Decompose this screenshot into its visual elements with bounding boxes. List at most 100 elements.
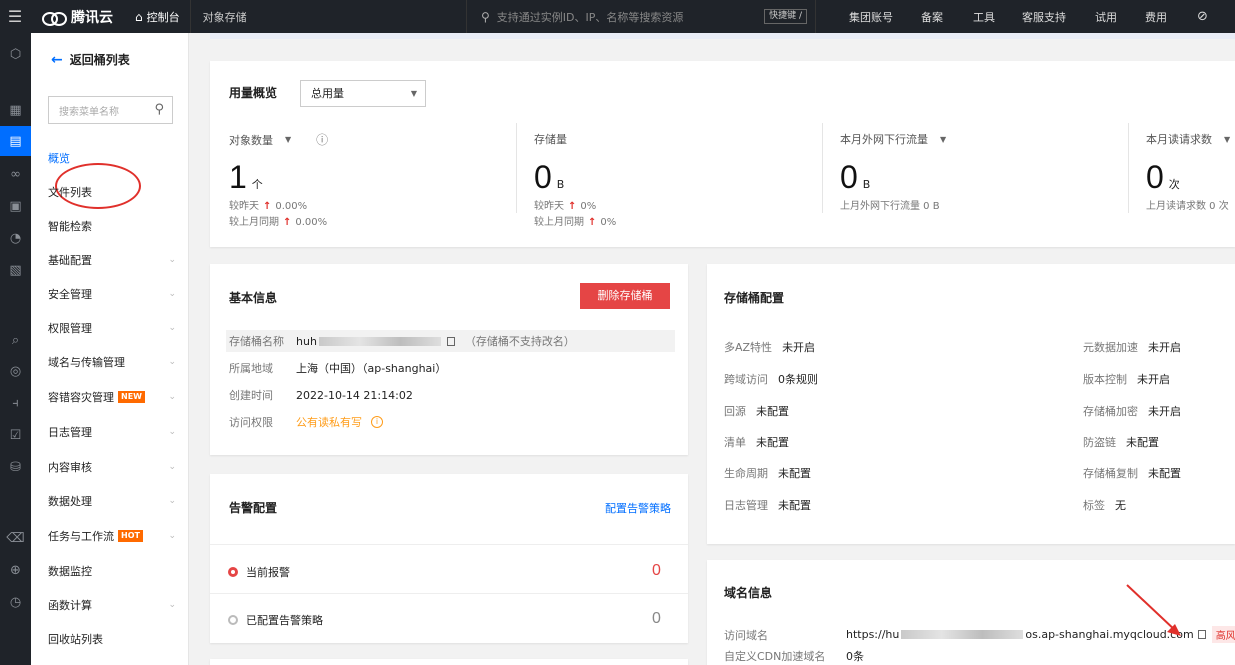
config-key: 标签 xyxy=(1083,499,1105,512)
global-search[interactable]: ⚲ 支持通过实例ID、IP、名称等搜索资源 快捷键 / xyxy=(466,0,816,33)
config-value: 未配置 xyxy=(1148,467,1181,480)
search-placeholder: 支持通过实例ID、IP、名称等搜索资源 xyxy=(496,10,684,24)
arrow-up-icon: ↑ xyxy=(588,217,597,228)
divider xyxy=(210,593,688,594)
stat-outbound-traffic: 本月外网下行流量 ▼ 0B 上月外网下行流量 0 B xyxy=(840,131,946,212)
menu-item[interactable]: 函数计算 ⌄ xyxy=(48,597,176,613)
trash-icon[interactable]: ⌫ xyxy=(0,523,31,553)
menu-item[interactable]: 容错容灾管理 NEW ⌄ xyxy=(48,389,176,405)
nav-group-account[interactable]: 集团账号 xyxy=(849,9,893,25)
stat-unit: B xyxy=(862,178,871,191)
config-key: 存储桶复制 xyxy=(1083,467,1138,480)
nav-tools[interactable]: 工具 xyxy=(973,9,995,25)
divider xyxy=(822,123,823,213)
menu-item-label: 概览 xyxy=(48,152,70,165)
config-alarm-policy-link[interactable]: 配置告警策略 xyxy=(605,500,671,516)
caret-down-icon[interactable]: ▼ xyxy=(940,135,946,144)
current-alarm-row[interactable]: 当前报警 xyxy=(228,564,290,580)
usage-type-select[interactable]: 总用量 ▼ xyxy=(300,80,426,107)
chevron-down-icon: ⌄ xyxy=(168,427,176,437)
cloud-logo-icon xyxy=(42,10,67,26)
configured-policy-row[interactable]: 已配置告警策略 xyxy=(228,612,323,628)
menu-item[interactable]: 智能检索 xyxy=(48,218,176,234)
nav-filing[interactable]: 备案 xyxy=(921,9,943,25)
chevron-down-icon: ⌄ xyxy=(168,357,176,367)
menu-icon[interactable]: ☰ xyxy=(0,0,30,33)
menu-item[interactable]: 安全管理 ⌄ xyxy=(48,286,176,302)
stat-value: 0 xyxy=(534,159,552,195)
menu-item[interactable]: 文件列表 xyxy=(48,184,176,200)
basic-info-card: 基本信息 删除存储桶 存储桶名称 huh （存储桶不支持改名） 所属地域 上海（中… xyxy=(210,264,688,455)
menu-item[interactable]: 任务与工作流 HOT ⌄ xyxy=(48,528,176,544)
hexagon-icon[interactable]: ⬡ xyxy=(0,39,31,69)
flow-icon[interactable]: ⫞ xyxy=(0,388,31,418)
grid-icon[interactable]: ▦ xyxy=(0,95,31,125)
usage-overview-card: 用量概览 总用量 ▼ 对象数量 ▼ ⓘ 1个 较昨天 ↑ 0.00% 较上月同期 ↑ 0.0… xyxy=(210,61,1235,247)
doc-search-icon[interactable]: ⌕ xyxy=(0,325,31,355)
menu-search-input[interactable]: 搜索菜单名称 ⚲ xyxy=(48,96,173,124)
link-icon[interactable]: ∞ xyxy=(0,159,31,189)
target-icon[interactable]: ◎ xyxy=(0,356,31,386)
config-value: 未配置 xyxy=(778,499,811,512)
warning-icon[interactable]: i xyxy=(371,416,383,428)
menu-item[interactable]: 内容审核 ⌄ xyxy=(48,459,176,475)
copy-icon[interactable] xyxy=(1197,630,1206,639)
config-key: 生命周期 xyxy=(724,467,768,480)
zoom-icon[interactable]: ⊕ xyxy=(0,555,31,585)
bucket-config-card: 存储桶配置 多AZ特性 未开启 跨域访问 0条规则 回源 未配置 清单 未配置 生命周期 未配置日… xyxy=(707,264,1235,544)
top-bar: ☰ 腾讯云 ⌂ 控制台 对象存储 ⚲ 支持通过实例ID、IP、名称等搜索资源 快… xyxy=(0,0,1235,33)
brand-logo[interactable]: 腾讯云 xyxy=(42,7,113,27)
menu-item-label: 回收站列表 xyxy=(48,633,103,646)
menu-item[interactable]: 数据处理 ⌄ xyxy=(48,493,176,509)
config-key: 日志管理 xyxy=(724,499,768,512)
back-to-bucket-list[interactable]: ← 返回桶列表 xyxy=(51,51,130,68)
clock-icon[interactable]: ◷ xyxy=(0,587,31,617)
menu-badge: NEW xyxy=(118,391,145,403)
nav-billing[interactable]: 费用 xyxy=(1145,9,1167,25)
help-icon[interactable]: ⊘ xyxy=(1197,9,1208,24)
red-annotation-arrow xyxy=(1126,584,1181,636)
menu-item[interactable]: 域名与传输管理 ⌄ xyxy=(48,354,176,370)
config-item: 生命周期 未配置 xyxy=(724,465,811,481)
info-key: 访问权限 xyxy=(229,416,273,429)
database-icon[interactable]: ⛁ xyxy=(0,452,31,482)
high-risk-badge: 高风险 xyxy=(1211,626,1235,643)
divider xyxy=(210,544,688,545)
info-icon[interactable]: ⓘ xyxy=(316,131,328,148)
caret-down-icon[interactable]: ▼ xyxy=(1224,135,1230,144)
caret-down-icon[interactable]: ▼ xyxy=(285,135,291,144)
menu-item[interactable]: 日志管理 ⌄ xyxy=(48,424,176,440)
menu-item[interactable]: 数据监控 xyxy=(48,563,176,579)
menu-item[interactable]: 概览 xyxy=(48,150,176,166)
chevron-down-icon: ⌄ xyxy=(168,289,176,299)
stat-compare-value: 0% xyxy=(600,217,617,228)
copy-icon[interactable] xyxy=(446,336,455,346)
menu-item[interactable]: 基础配置 ⌄ xyxy=(48,252,176,268)
menu-item-label: 数据处理 xyxy=(48,495,92,508)
check-box-icon[interactable]: ☑ xyxy=(0,420,31,450)
config-value: 未开启 xyxy=(782,341,816,354)
menu-item[interactable]: 权限管理 ⌄ xyxy=(48,320,176,336)
config-item: 清单 未配置 xyxy=(724,434,789,450)
stat-label: 本月外网下行流量 xyxy=(840,133,928,146)
nav-support[interactable]: 客服支持 xyxy=(1022,9,1066,25)
delete-bucket-button[interactable]: 删除存储桶 xyxy=(580,283,670,309)
menu-badge: HOT xyxy=(118,530,143,542)
redacted-text xyxy=(318,336,441,346)
report-icon[interactable]: ▧ xyxy=(0,255,31,285)
rename-note: （存储桶不支持改名） xyxy=(464,335,575,348)
pie-icon[interactable]: ◔ xyxy=(0,223,31,253)
menu-item[interactable]: 回收站列表 xyxy=(48,631,176,647)
product-name[interactable]: 对象存储 xyxy=(203,9,247,25)
info-key: 存储桶名称 xyxy=(229,335,284,348)
menu-item-label: 任务与工作流 xyxy=(48,530,114,543)
stat-label: 本月读请求数 xyxy=(1146,133,1212,146)
config-value: 未配置 xyxy=(756,436,789,449)
config-value: 未配置 xyxy=(756,405,789,418)
stat-label: 存储量 xyxy=(534,133,567,146)
nav-trial[interactable]: 试用 xyxy=(1095,9,1117,25)
console-link[interactable]: ⌂ 控制台 xyxy=(135,9,180,25)
storage-icon[interactable]: ▤ xyxy=(0,126,31,156)
calendar-icon[interactable]: ▣ xyxy=(0,191,31,221)
menu-item-label: 域名与传输管理 xyxy=(48,356,125,369)
